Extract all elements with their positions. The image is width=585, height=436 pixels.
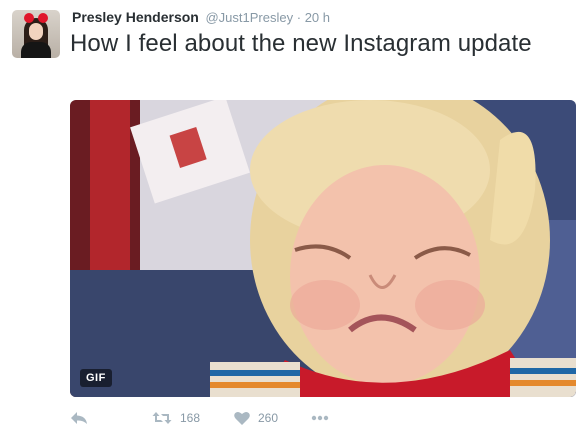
gif-frame-illustration — [70, 100, 576, 397]
more-icon — [311, 415, 329, 421]
tweet-header: Presley Henderson @Just1Presley · 20 h — [72, 9, 330, 25]
reply-icon — [71, 412, 87, 424]
like-count: 260 — [258, 411, 279, 425]
avatar[interactable] — [12, 10, 60, 58]
tweet-text: How I feel about the new Instagram updat… — [70, 30, 532, 57]
like-button[interactable]: 260 — [234, 407, 278, 429]
gif-media[interactable]: GIF — [70, 100, 576, 397]
reply-button[interactable] — [70, 407, 88, 429]
heart-icon — [234, 412, 250, 425]
tweet-card: Presley Henderson @Just1Presley · 20 h H… — [0, 0, 585, 436]
retweet-count: 168 — [180, 411, 201, 425]
header-separator: · — [296, 10, 302, 25]
more-button[interactable] — [311, 407, 329, 429]
gif-badge: GIF — [80, 369, 112, 387]
retweet-button[interactable]: 168 — [152, 407, 200, 429]
author-name[interactable]: Presley Henderson — [72, 9, 199, 25]
tweet-time[interactable]: 20 h — [305, 10, 330, 25]
author-handle[interactable]: @Just1Presley — [205, 10, 293, 25]
tweet-actions: 168 260 — [70, 407, 370, 429]
retweet-icon — [152, 412, 172, 424]
